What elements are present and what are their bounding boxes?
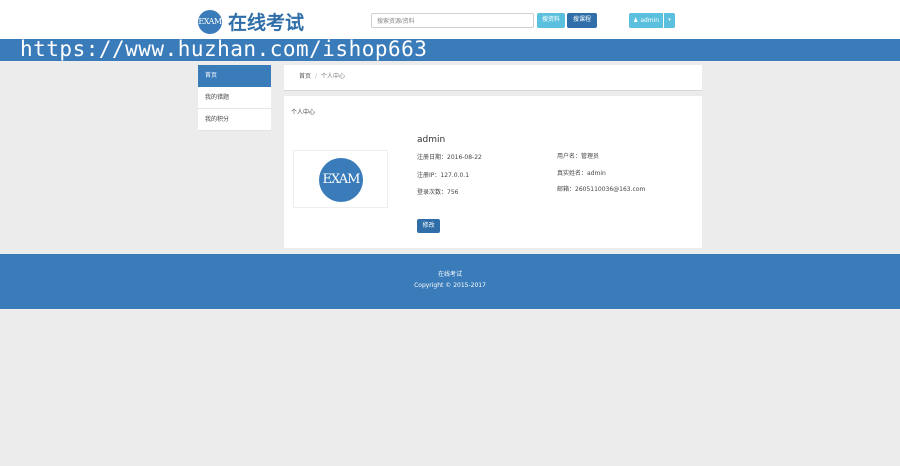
footer-title: 在线考试 xyxy=(437,271,462,278)
user-type: 用户名：管理员 xyxy=(557,153,600,160)
real-name: 真实姓名：admin xyxy=(557,170,606,177)
sidebar-item-points[interactable]: 我的积分 xyxy=(198,109,271,131)
email: 邮箱：2605110036@163.com xyxy=(557,186,646,193)
search-course-button[interactable]: 搜课程 xyxy=(567,13,597,28)
logo-title[interactable]: 在线考试 xyxy=(228,8,304,35)
logo-badge[interactable]: EXAM xyxy=(198,10,222,34)
user-label: admin xyxy=(640,17,660,24)
breadcrumb-separator: / xyxy=(315,73,318,80)
edit-profile-button[interactable]: 修改 xyxy=(417,219,440,233)
chevron-down-icon[interactable]: ▾ xyxy=(664,13,675,28)
sidebar-item-home[interactable]: 首页 xyxy=(198,65,271,87)
avatar-logo: EXAM xyxy=(319,158,363,202)
footer-copyright: Copyright © 2015-2017 xyxy=(414,282,486,289)
user-icon: ♟ xyxy=(633,17,639,24)
register-ip: 注册IP：127.0.0.1 xyxy=(417,172,470,179)
register-date: 注册日期：2016-08-22 xyxy=(417,154,482,161)
user-menu-button[interactable]: ♟ admin xyxy=(629,13,663,28)
search-input[interactable] xyxy=(371,13,534,28)
search-resource-button[interactable]: 搜资料 xyxy=(537,13,565,28)
footer: 在线考试 Copyright © 2015-2017 xyxy=(0,254,900,309)
avatar: EXAM xyxy=(293,150,388,208)
breadcrumb-home-link[interactable]: 首页 xyxy=(299,73,311,80)
profile-panel: 个人中心 EXAM admin 注册日期：2016-08-22 注册IP：127… xyxy=(284,96,702,248)
login-count: 登录次数：756 xyxy=(417,189,459,196)
sidebar-item-wrong-questions[interactable]: 我的错题 xyxy=(198,87,271,109)
breadcrumb: 首页 / 个人中心 xyxy=(284,65,702,91)
top-header: EXAM 在线考试 搜资料 搜课程 ♟ admin ▾ xyxy=(0,0,900,39)
breadcrumb-current: 个人中心 xyxy=(321,73,346,80)
watermark-text: https://www.huzhan.com/ishop663 xyxy=(20,37,428,61)
panel-title: 个人中心 xyxy=(291,109,316,116)
sidebar: 首页 我的错题 我的积分 xyxy=(198,65,271,131)
profile-username: admin xyxy=(417,135,446,145)
